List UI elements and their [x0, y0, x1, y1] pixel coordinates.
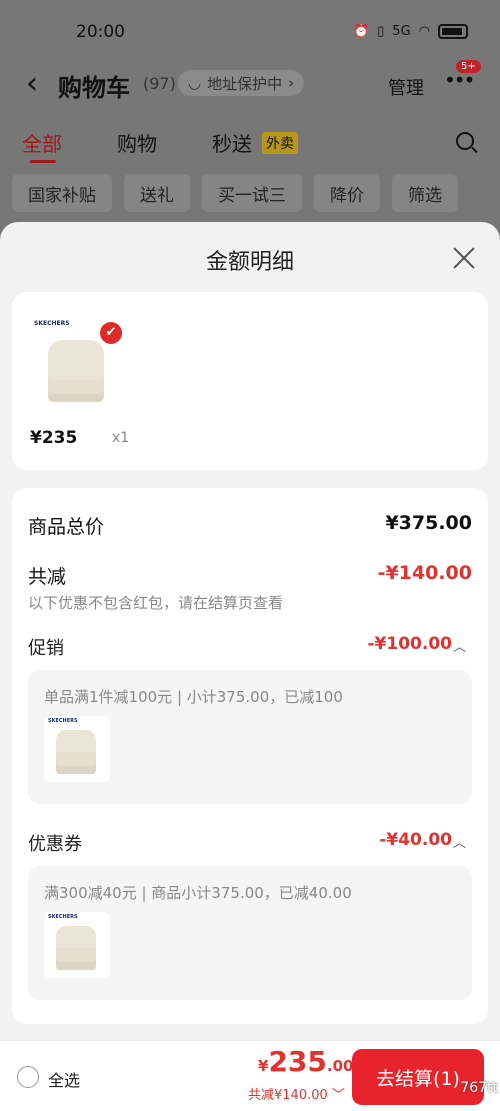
selected-check-icon[interactable]: ✔ [100, 322, 122, 344]
filter-chip[interactable]: 买一试三 [202, 174, 302, 212]
filter-chips: 国家补贴 送礼 买一试三 降价 筛选 [12, 174, 458, 212]
back-icon[interactable]: ‹ [26, 66, 38, 101]
checkout-bar: 全选 ¥235.00 共减¥140.00 ﹀ 去结算(1) [0, 1040, 500, 1111]
smile-icon: ◡ [188, 74, 202, 92]
jacket-image [56, 926, 96, 970]
takeout-tag: 外卖 [262, 132, 298, 154]
manage-button[interactable]: 管理 [388, 74, 424, 100]
brand-logo: SKECHERS [48, 914, 78, 920]
reduce-value: -¥140.00 [377, 562, 472, 584]
chevron-up-icon[interactable]: ︿ [453, 636, 466, 655]
price-breakdown-card: 商品总价 ¥375.00 共减 -¥140.00 以下优惠不包含红包，请在结算页… [12, 488, 488, 1024]
coupon-desc: 满300减40元 | 商品小计375.00，已减40.00 [44, 884, 352, 902]
sheet-title: 金额明细 [205, 250, 294, 275]
checkout-button[interactable]: 去结算(1) [352, 1049, 484, 1105]
product-price: ¥235 [30, 428, 78, 448]
discount-summary[interactable]: 共减¥140.00 ﹀ [248, 1084, 345, 1103]
jacket-image [56, 730, 96, 774]
total-amount: ¥235.00 [258, 1045, 353, 1078]
jacket-image [48, 340, 104, 402]
select-all-radio[interactable] [17, 1066, 39, 1088]
cart-count: (97) [143, 74, 176, 93]
tab-all[interactable]: 全部 [22, 128, 62, 157]
tab-express[interactable]: 秒送 [212, 128, 252, 157]
chevron-right-icon: › [288, 74, 295, 92]
page-title: 购物车 [58, 74, 130, 102]
reduce-note: 以下优惠不包含红包，请在结算页查看 [28, 594, 284, 612]
total-label: 商品总价 [28, 516, 105, 538]
promo-desc: 单品满1件减100元 | 小计375.00，已减100 [44, 688, 343, 706]
brand-logo: SKECHERS [48, 718, 78, 724]
promo-value[interactable]: -¥100.00 [368, 634, 453, 654]
filter-chip[interactable]: 降价 [314, 174, 380, 212]
tab-bar: 全部 购物 秒送 外卖 [0, 128, 500, 164]
status-bar: 20:00 ⏰ ▯ 5G ◠ [0, 20, 500, 48]
amount-decimal: .00 [326, 1057, 354, 1075]
chevron-up-icon[interactable]: ︿ [453, 832, 466, 851]
total-value: ¥375.00 [385, 512, 472, 534]
nav-bar: ‹ 购物车 (97) ◡ 地址保护中 › 管理 ••• 5+ [0, 60, 500, 106]
coupon-product-thumbnail[interactable]: SKECHERS [44, 912, 110, 978]
select-all-label[interactable]: 全选 [48, 1067, 80, 1091]
wifi-icon: ◠ [418, 24, 430, 39]
brand-logo: SKECHERS [34, 320, 70, 327]
background-page: 20:00 ⏰ ▯ 5G ◠ ‹ 购物车 (97) ◡ 地址保护中 › 管理 •… [0, 0, 500, 240]
coupon-label: 优惠券 [28, 834, 82, 855]
amount-detail-sheet: 金额明细 SKECHERS ✔ ¥235 x1 商品总价 ¥375.00 共减 … [0, 222, 500, 1111]
address-protect-pill[interactable]: ◡ 地址保护中 › [178, 70, 305, 96]
coupon-detail-box: 满300减40元 | 商品小计375.00，已减40.00 SKECHERS [28, 866, 472, 1000]
address-protect-label: 地址保护中 [207, 74, 283, 93]
promo-product-thumbnail[interactable]: SKECHERS [44, 716, 110, 782]
watermark: 767tt [460, 1080, 498, 1096]
status-icons: ⏰ ▯ 5G ◠ [353, 24, 468, 39]
filter-chip[interactable]: 筛选 [392, 174, 458, 212]
network-label: 5G [392, 24, 411, 39]
reduce-label: 共减 [28, 566, 67, 588]
currency-symbol: ¥ [258, 1057, 269, 1075]
close-icon[interactable] [452, 246, 476, 270]
amount-integer: 235 [268, 1045, 327, 1078]
filter-chip[interactable]: 国家补贴 [12, 174, 112, 212]
coupon-value[interactable]: -¥40.00 [379, 830, 452, 850]
tab-underline [30, 160, 56, 163]
status-time: 20:00 [76, 22, 125, 42]
filter-chip[interactable]: 送礼 [124, 174, 190, 212]
search-icon[interactable] [456, 132, 474, 150]
product-card: SKECHERS ✔ ¥235 x1 [12, 292, 488, 470]
promo-detail-box: 单品满1件减100元 | 小计375.00，已减100 SKECHERS [28, 670, 472, 804]
vibrate-icon: ▯ [377, 24, 385, 39]
discount-text: 共减¥140.00 [248, 1088, 328, 1103]
tab-shopping[interactable]: 购物 [117, 128, 157, 157]
chevron-down-icon: ﹀ [331, 1088, 345, 1103]
message-badge: 5+ [456, 60, 481, 73]
battery-icon [438, 24, 468, 39]
alarm-icon: ⏰ [352, 24, 370, 39]
promo-label: 促销 [28, 638, 64, 659]
product-quantity: x1 [112, 430, 130, 446]
